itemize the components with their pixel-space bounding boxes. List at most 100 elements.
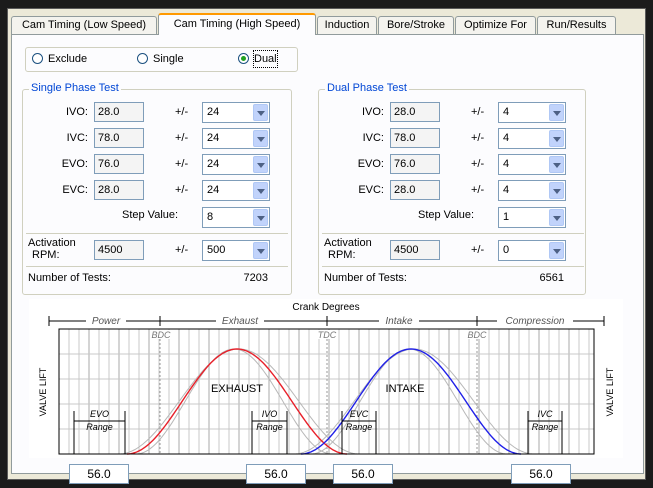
dual-plus-minus: +/- xyxy=(471,158,485,170)
valve-timing-graph: Crank Degrees Power Exhaust Intake Compr… xyxy=(29,299,623,458)
dual-row-label: IVO: xyxy=(361,106,384,118)
radio-dot-selected xyxy=(238,53,249,64)
dual-row-value-field[interactable]: 78.0 xyxy=(390,128,440,148)
chevron-down-icon[interactable] xyxy=(253,130,268,147)
single-plus-minus: +/- xyxy=(175,132,189,144)
single-separator xyxy=(26,233,288,234)
svg-text:EVO: EVO xyxy=(90,409,109,419)
single-range-dropdown[interactable]: 24 xyxy=(202,102,270,123)
crank-degrees-title: Crank Degrees xyxy=(292,302,359,313)
chevron-down-icon[interactable] xyxy=(253,104,268,121)
bdc-marker-1: BDC xyxy=(151,330,171,340)
single-row-label: EVC: xyxy=(62,184,88,196)
single-plus-minus: +/- xyxy=(175,184,189,196)
exclude-radio-label: Exclude xyxy=(48,53,88,65)
dual-activation-range-value: 0 xyxy=(503,244,510,256)
dual-range-dropdown[interactable]: 4 xyxy=(498,102,566,123)
single-range-value: 24 xyxy=(207,106,220,118)
single-row-value-field[interactable]: 76.0 xyxy=(94,154,144,174)
main-window: Cam Timing (Low Speed) Cam Timing (High … xyxy=(7,8,646,484)
dual-phase-title: Dual Phase Test xyxy=(325,82,409,94)
chevron-down-icon[interactable] xyxy=(253,156,268,173)
single-radio[interactable]: Single xyxy=(137,51,207,67)
svg-text:Range: Range xyxy=(346,422,373,432)
svg-text:EVC: EVC xyxy=(350,409,369,419)
single-range-dropdown[interactable]: 24 xyxy=(202,128,270,149)
chevron-down-icon[interactable] xyxy=(549,182,564,199)
y-axis-label-right: VALVE LIFT xyxy=(605,367,615,416)
chevron-down-icon[interactable] xyxy=(253,209,268,226)
dual-row-label: IVC: xyxy=(362,132,384,144)
dual-range-dropdown[interactable]: 4 xyxy=(498,154,566,175)
chevron-down-icon[interactable] xyxy=(253,182,268,199)
tdc-marker: TDC xyxy=(318,330,337,340)
single-plus-minus: +/- xyxy=(175,106,189,118)
dual-tests-value: 6561 xyxy=(539,272,564,284)
dual-row-label: EVC: xyxy=(358,184,384,196)
radio-dot xyxy=(32,53,43,64)
dual-tests-label: Number of Tests: xyxy=(324,272,407,284)
dual-plus-minus: +/- xyxy=(471,132,485,144)
dual-activation-range-dropdown[interactable]: 0 xyxy=(498,240,566,261)
stroke-label-exhaust: Exhaust xyxy=(222,316,259,327)
ivc-range-marker: IVC Range xyxy=(527,409,563,454)
single-activation-rpm-field[interactable]: 4500 xyxy=(94,240,144,260)
intake-label: INTAKE xyxy=(386,383,425,395)
dual-activation-label: Activation RPM: xyxy=(324,237,372,261)
dual-radio[interactable]: Dual xyxy=(238,50,288,68)
chevron-down-icon[interactable] xyxy=(549,156,564,173)
single-plus-minus: +/- xyxy=(175,158,189,170)
chevron-down-icon[interactable] xyxy=(549,130,564,147)
single-activation-plus-minus: +/- xyxy=(175,244,189,256)
single-range-dropdown[interactable]: 24 xyxy=(202,180,270,201)
dual-step-label: Step Value: xyxy=(418,209,475,221)
single-range-value: 24 xyxy=(207,132,220,144)
dual-radio-label: Dual xyxy=(253,50,278,68)
single-range-dropdown[interactable]: 24 xyxy=(202,154,270,175)
tab-bore-stroke[interactable]: Bore/Stroke xyxy=(378,16,454,34)
dual-activation-rpm-field[interactable]: 4500 xyxy=(390,240,440,260)
dual-row-value-field[interactable]: 28.0 xyxy=(390,180,440,200)
chevron-down-icon[interactable] xyxy=(253,242,268,259)
dual-row-value-field[interactable]: 76.0 xyxy=(390,154,440,174)
intake-lift-curve xyxy=(300,348,522,455)
exclude-radio[interactable]: Exclude xyxy=(32,51,112,67)
single-step-value: 8 xyxy=(207,211,214,223)
svg-text:IVC: IVC xyxy=(537,409,553,419)
dual-plus-minus: +/- xyxy=(471,106,485,118)
tab-cam-timing-low-speed[interactable]: Cam Timing (Low Speed) xyxy=(11,16,157,34)
tab-optimize-for[interactable]: Optimize For xyxy=(455,16,536,34)
single-step-label: Step Value: xyxy=(122,209,179,221)
stroke-label-power: Power xyxy=(92,316,121,327)
tab-run-results[interactable]: Run/Results xyxy=(537,16,616,34)
chevron-down-icon[interactable] xyxy=(549,209,564,226)
chevron-down-icon[interactable] xyxy=(549,104,564,121)
dual-row-value-field[interactable]: 28.0 xyxy=(390,102,440,122)
single-row-value-field[interactable]: 28.0 xyxy=(94,180,144,200)
dual-range-value: 4 xyxy=(503,184,510,196)
tab-induction[interactable]: Induction xyxy=(317,16,377,34)
single-activation-range-dropdown[interactable]: 500 xyxy=(202,240,270,261)
radio-dot xyxy=(137,53,148,64)
svg-text:Range: Range xyxy=(86,422,113,432)
dual-step-dropdown[interactable]: 1 xyxy=(498,207,566,228)
single-row-value-field[interactable]: 28.0 xyxy=(94,102,144,122)
single-radio-label: Single xyxy=(153,53,184,65)
single-activation-label: Activation RPM: xyxy=(28,237,76,261)
dual-separator-2 xyxy=(322,266,584,267)
single-row-value-field[interactable]: 78.0 xyxy=(94,128,144,148)
single-row-label: EVO: xyxy=(61,158,88,170)
dual-range-dropdown[interactable]: 4 xyxy=(498,180,566,201)
exhaust-ghost-curve-1 xyxy=(135,348,333,455)
tab-panel: Exclude Single Dual Single Phase Test Du… xyxy=(11,34,644,484)
single-separator-2 xyxy=(26,266,288,267)
single-row-label: IVO: xyxy=(65,106,88,118)
tab-cam-timing-high-speed[interactable]: Cam Timing (High Speed) xyxy=(158,13,316,35)
single-tests-label: Number of Tests: xyxy=(28,272,111,284)
chevron-down-icon[interactable] xyxy=(549,242,564,259)
single-phase-title: Single Phase Test xyxy=(29,82,121,94)
dual-range-dropdown[interactable]: 4 xyxy=(498,128,566,149)
svg-text:Range: Range xyxy=(256,422,283,432)
single-step-dropdown[interactable]: 8 xyxy=(202,207,270,228)
ivc-range-value: 56.0 xyxy=(511,464,571,484)
